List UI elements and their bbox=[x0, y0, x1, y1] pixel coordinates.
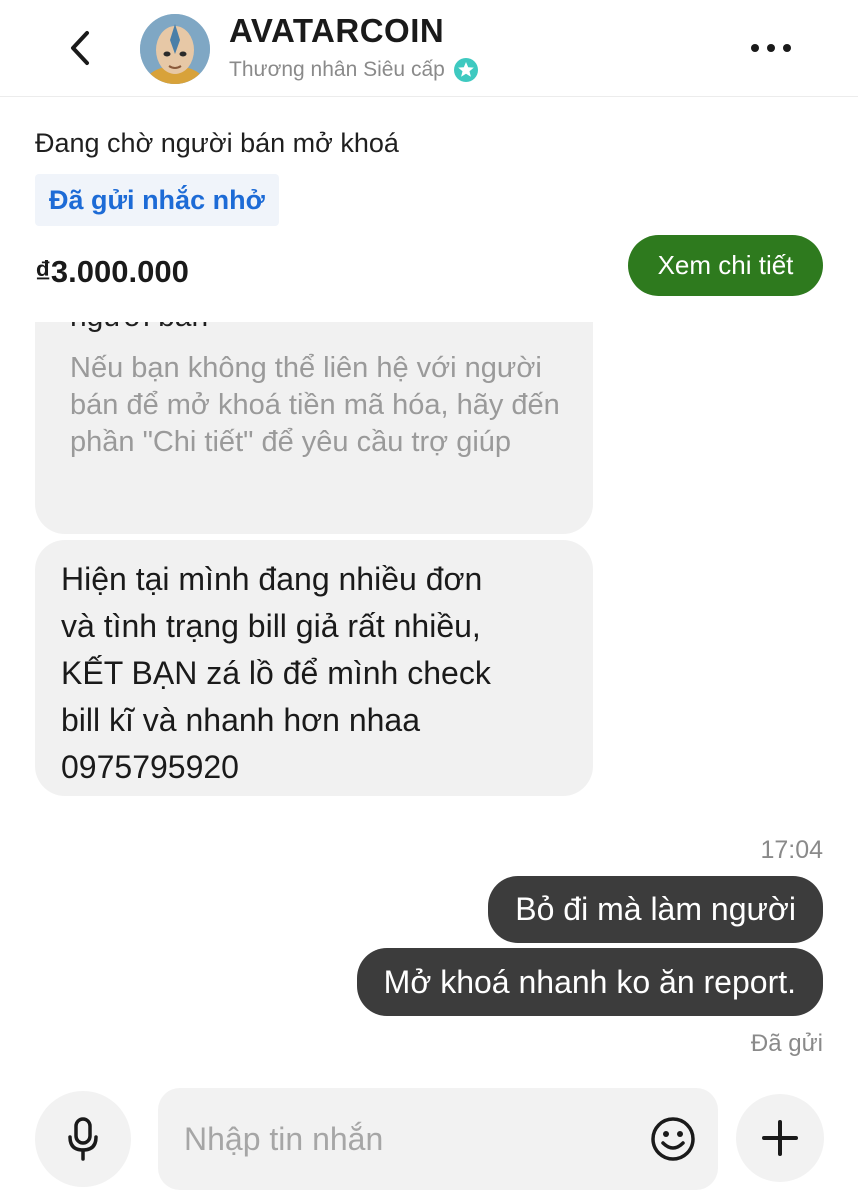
chat-header: AVATARCOIN Thương nhân Siêu cấp bbox=[0, 0, 858, 97]
reminder-sent-chip[interactable]: Đã gửi nhắc nhở bbox=[35, 174, 279, 226]
system-message-cut-line: người bán bbox=[70, 322, 208, 334]
more-options-button[interactable] bbox=[748, 30, 794, 66]
system-message-bubble: người bán Nếu bạn không thể liên hệ với … bbox=[35, 322, 593, 534]
contact-name: AVATARCOIN bbox=[229, 12, 445, 49]
chevron-left-icon bbox=[71, 31, 89, 65]
emoji-button[interactable] bbox=[648, 1114, 698, 1164]
outgoing-message-bubble: Mở khoá nhanh ko ăn report. bbox=[356, 948, 823, 1016]
message-input-box bbox=[158, 1088, 718, 1190]
more-horizontal-icon bbox=[751, 44, 791, 52]
contact-rank: Thương nhân Siêu cấp bbox=[229, 57, 479, 83]
plus-icon bbox=[762, 1120, 798, 1156]
message-timestamp: 17:04 bbox=[760, 836, 823, 864]
contact-rank-label: Thương nhân Siêu cấp bbox=[229, 58, 445, 81]
order-status: Đang chờ người bán mở khoá bbox=[35, 128, 399, 158]
microphone-icon bbox=[68, 1117, 98, 1161]
sent-status: Đã gửi bbox=[750, 1030, 823, 1057]
system-message-hint: Nếu bạn không thể liên hệ với người bán … bbox=[70, 352, 560, 458]
seller-message-bubble: Hiện tại mình đang nhiều đơn và tình trạ… bbox=[35, 540, 593, 796]
voice-message-button[interactable] bbox=[35, 1091, 131, 1187]
back-button[interactable] bbox=[62, 28, 98, 68]
message-input[interactable] bbox=[184, 1088, 624, 1190]
outgoing-message-text: Mở khoá nhanh ko ăn report. bbox=[383, 963, 796, 1000]
smiley-icon bbox=[651, 1117, 695, 1161]
outgoing-message-text: Bỏ đi mà làm người bbox=[515, 891, 796, 927]
verified-star-icon bbox=[453, 58, 478, 82]
seller-message-text: Hiện tại mình đang nhiều đơn và tình trạ… bbox=[61, 561, 491, 785]
order-price: ₫3.000.000 bbox=[35, 254, 189, 289]
view-details-button[interactable]: Xem chi tiết bbox=[628, 235, 823, 296]
outgoing-message-bubble: Bỏ đi mà làm người bbox=[488, 876, 823, 943]
avatar[interactable] bbox=[140, 14, 210, 84]
attach-button[interactable] bbox=[736, 1094, 824, 1182]
avatar-image-icon bbox=[140, 14, 210, 84]
